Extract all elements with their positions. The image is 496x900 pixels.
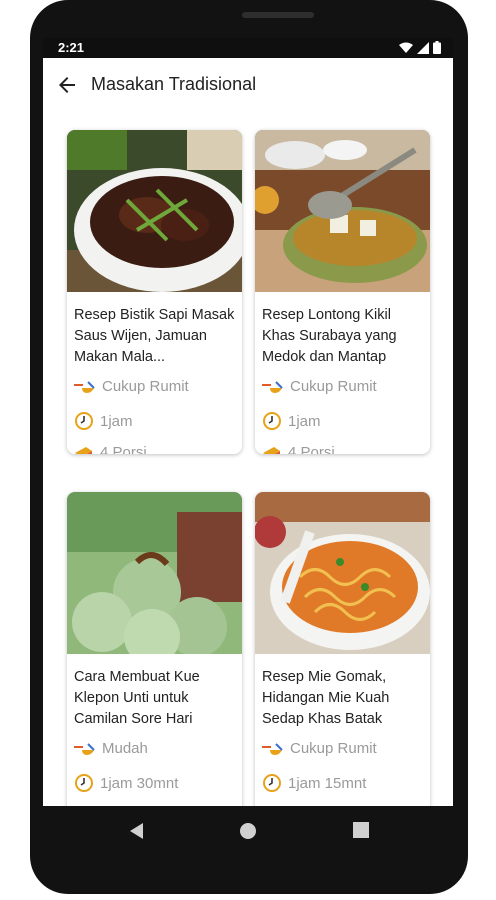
recipe-difficulty: Cukup Rumit xyxy=(262,378,377,395)
nav-home-icon[interactable] xyxy=(239,822,257,840)
recipe-grid: Resep Bistik Sapi Masak Saus Wijen, Jamu… xyxy=(43,112,453,806)
clock-icon xyxy=(263,412,281,430)
knife-pan-icon xyxy=(262,380,283,393)
difficulty-label: Cukup Rumit xyxy=(290,378,377,395)
recipe-title: Resep Lontong Kikil Khas Surabaya yang M… xyxy=(262,307,397,365)
clock-icon xyxy=(75,774,93,792)
battery-icon xyxy=(433,41,441,54)
clock-icon xyxy=(75,412,93,430)
recipe-time: 1jam 15mnt xyxy=(262,773,366,793)
difficulty-label: Mudah xyxy=(102,740,148,757)
recipe-title: Resep Bistik Sapi Masak Saus Wijen, Jamu… xyxy=(74,307,235,365)
recipe-title: Resep Mie Gomak, Hidangan Mie Kuah Sedap… xyxy=(262,669,390,727)
knife-pan-icon xyxy=(262,742,283,755)
recipe-difficulty: Cukup Rumit xyxy=(74,378,189,395)
status-time: 2:21 xyxy=(58,40,85,55)
clock-icon xyxy=(263,774,281,792)
knife-pan-icon xyxy=(74,380,95,393)
recipe-portions: 4 Porsi xyxy=(74,444,147,454)
status-bar: 2:21 xyxy=(43,38,453,58)
portions-label: 4 Porsi xyxy=(100,444,147,454)
recipe-card-lontong[interactable]: Resep Lontong Kikil Khas Surabaya yang M… xyxy=(255,130,430,454)
recipe-card-klepon[interactable]: Cara Membuat Kue Klepon Unti untuk Camil… xyxy=(67,492,242,806)
time-label: 1jam 15mnt xyxy=(288,774,367,792)
time-label: 1jam xyxy=(100,412,133,430)
page-title: Masakan Tradisional xyxy=(91,74,257,94)
portion-icon xyxy=(263,446,280,454)
portions-label: 4 Porsi xyxy=(288,444,335,454)
difficulty-label: Cukup Rumit xyxy=(102,378,189,395)
recipe-time: 1jam xyxy=(262,411,321,431)
wifi-icon xyxy=(399,42,413,53)
recipe-time: 1jam xyxy=(74,411,133,431)
recipe-title: Cara Membuat Kue Klepon Unti untuk Camil… xyxy=(74,669,200,727)
time-label: 1jam xyxy=(288,412,321,430)
recipe-image xyxy=(255,492,430,654)
nav-back-icon[interactable] xyxy=(129,822,145,840)
time-label: 1jam 30mnt xyxy=(100,774,179,792)
nav-recents-icon[interactable] xyxy=(353,822,369,838)
recipe-image xyxy=(67,130,242,292)
recipe-image xyxy=(67,492,242,654)
recipe-difficulty: Mudah xyxy=(74,740,148,757)
difficulty-label: Cukup Rumit xyxy=(290,740,377,757)
app-bar: Masakan Tradisional xyxy=(43,58,453,112)
speaker-grille xyxy=(242,12,314,18)
portion-icon xyxy=(75,446,92,454)
recipe-card-mie-gomak[interactable]: Resep Mie Gomak, Hidangan Mie Kuah Sedap… xyxy=(255,492,430,806)
recipe-time: 1jam 30mnt xyxy=(74,773,178,793)
recipe-image xyxy=(255,130,430,292)
signal-icon xyxy=(417,41,429,54)
system-nav-bar xyxy=(43,806,453,858)
recipe-card-bistik[interactable]: Resep Bistik Sapi Masak Saus Wijen, Jamu… xyxy=(67,130,242,454)
screen: 2:21 Masakan Tradisional Resep Bistik Sa… xyxy=(43,38,453,806)
status-icons xyxy=(399,41,441,54)
arrow-left-icon[interactable] xyxy=(55,73,79,97)
recipe-portions: 4 Porsi xyxy=(262,444,335,454)
recipe-difficulty: Cukup Rumit xyxy=(262,740,377,757)
knife-pan-icon xyxy=(74,742,95,755)
